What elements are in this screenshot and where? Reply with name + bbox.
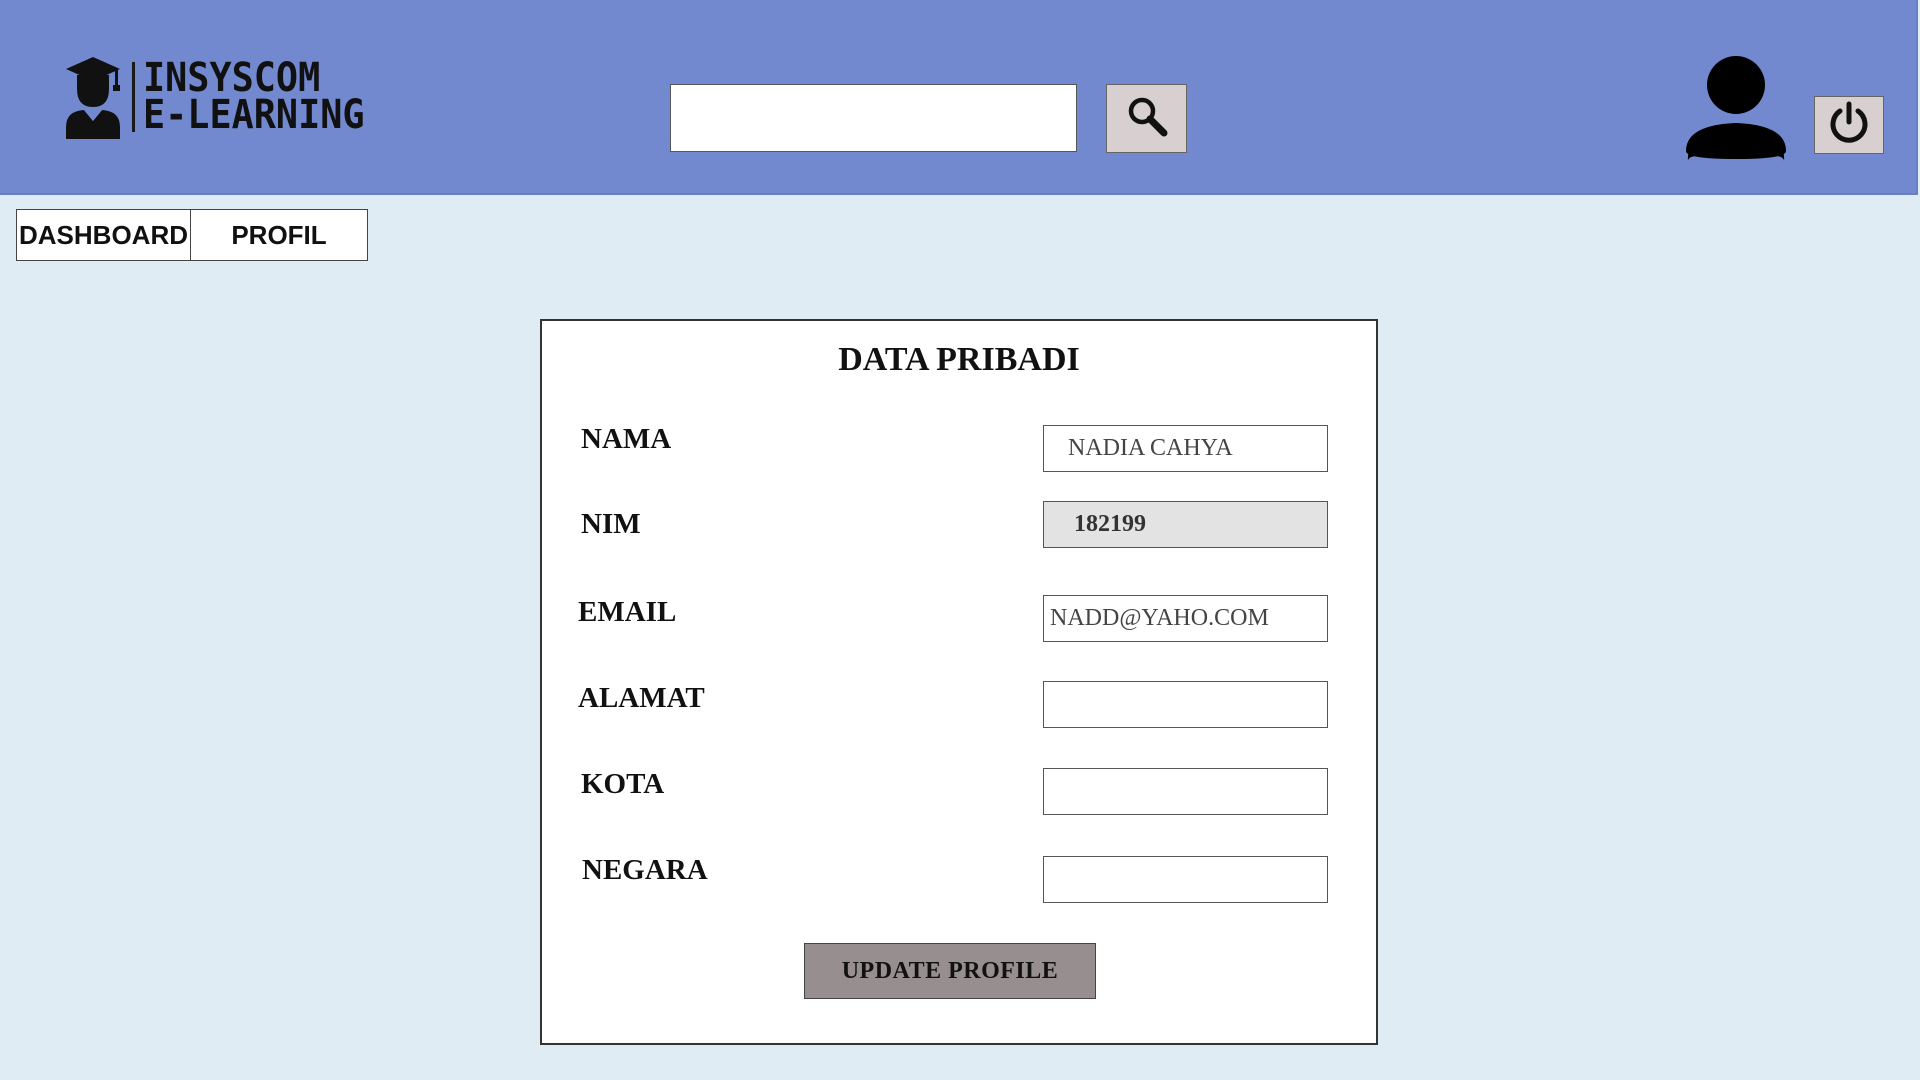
logo-text: INSYSCOM E-LEARNING	[143, 58, 365, 138]
nav-item-dashboard[interactable]: DASHBOARD	[17, 210, 191, 260]
logout-button[interactable]	[1814, 96, 1884, 154]
logo-line-2: E-LEARNING	[143, 92, 365, 138]
label-alamat: ALAMAT	[578, 682, 705, 714]
label-nim: NIM	[581, 508, 641, 540]
label-kota: KOTA	[581, 768, 665, 800]
logo-divider	[132, 62, 135, 132]
avatar[interactable]	[1686, 55, 1786, 166]
nav-item-profil[interactable]: PROFIL	[191, 210, 367, 260]
email-field[interactable]	[1043, 595, 1328, 642]
nama-field[interactable]	[1043, 425, 1328, 472]
negara-field[interactable]	[1043, 856, 1328, 903]
graduate-icon	[64, 55, 122, 139]
kota-field[interactable]	[1043, 768, 1328, 815]
label-email: EMAIL	[578, 596, 677, 628]
label-negara: NEGARA	[582, 854, 708, 886]
label-nama: NAMA	[581, 423, 672, 455]
search-button[interactable]	[1106, 84, 1187, 153]
top-nav: DASHBOARD PROFIL	[16, 209, 368, 261]
power-icon	[1826, 100, 1872, 151]
alamat-field[interactable]	[1043, 681, 1328, 728]
app-header: INSYSCOM E-LEARNING	[0, 0, 1918, 195]
logo[interactable]: INSYSCOM E-LEARNING	[64, 52, 384, 142]
profile-card: DATA PRIBADI NAMA NIM EMAIL ALAMAT KOTA …	[540, 319, 1378, 1045]
search-input[interactable]	[670, 84, 1077, 152]
user-icon	[1686, 56, 1786, 165]
card-title: DATA PRIBADI	[838, 341, 1080, 378]
update-profile-button[interactable]: UPDATE PROFILE	[804, 943, 1096, 999]
search-icon	[1126, 95, 1168, 142]
nim-field	[1043, 501, 1328, 548]
